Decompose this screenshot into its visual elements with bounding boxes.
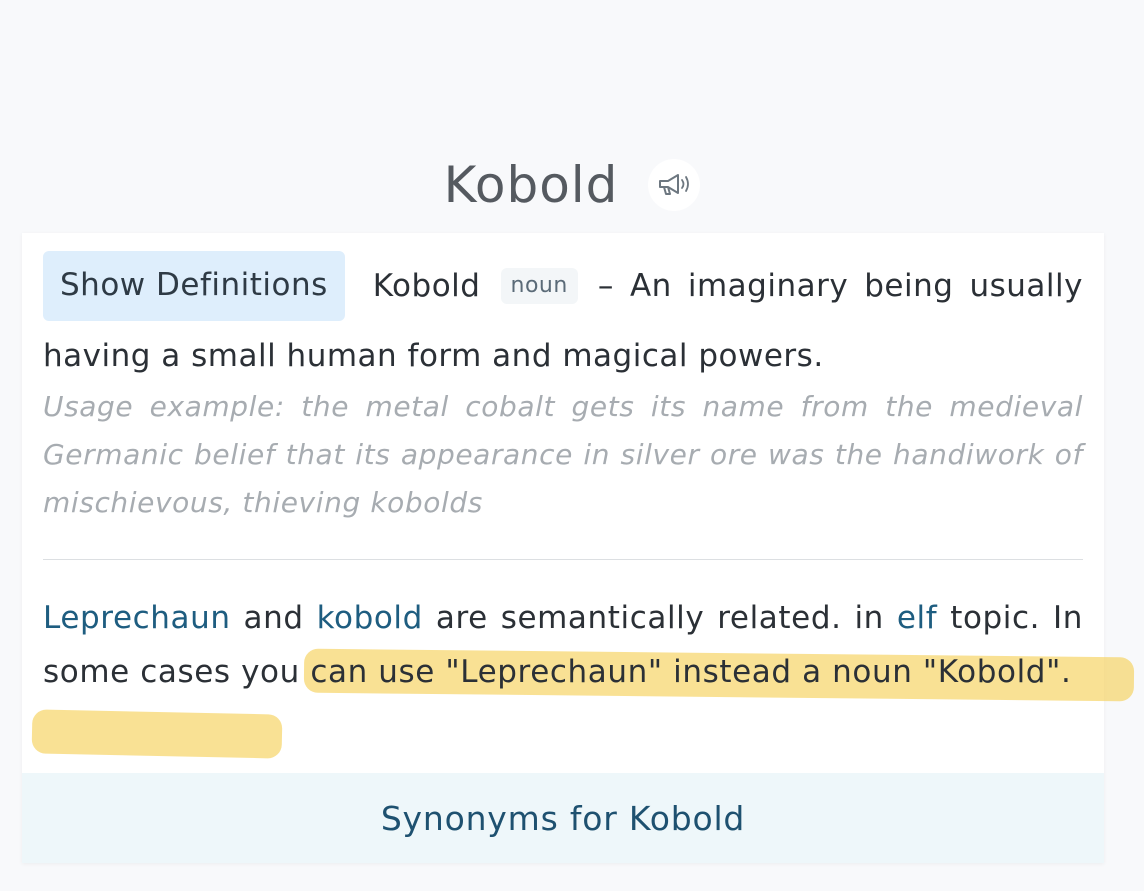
related-connector-text: are semantically related. in (435, 600, 884, 636)
related-link-kobold[interactable]: kobold (317, 600, 423, 636)
word-header: Kobold (0, 150, 1144, 220)
related-sentence: Leprechaun and kobold are semantically r… (43, 591, 1083, 699)
word-title: Kobold (443, 156, 619, 214)
pronounce-button[interactable] (648, 159, 701, 211)
definition-text: Show Definitions Kobold noun – An imagina… (43, 251, 1083, 391)
definition-dash: – (597, 268, 614, 304)
related-connector-and: and (243, 600, 304, 636)
megaphone-speaker-icon (659, 174, 690, 195)
synonyms-label: Synonyms for Kobold (380, 798, 746, 838)
usage-example: Usage example: the metal cobalt gets its… (43, 390, 1083, 519)
definition-term: Kobold (372, 268, 481, 304)
divider (43, 559, 1083, 560)
related-topic-link-elf[interactable]: elf (897, 600, 937, 636)
highlighter-mark-line2 (31, 709, 283, 759)
page: Kobold Show Definitions Kobold noun – An … (0, 0, 1144, 891)
synonyms-button[interactable]: Synonyms for Kobold (22, 773, 1104, 863)
definition-card: Show Definitions Kobold noun – An imagina… (22, 233, 1135, 863)
related-link-leprechaun[interactable]: Leprechaun (43, 600, 231, 636)
show-definitions-button[interactable]: Show Definitions (43, 251, 345, 321)
part-of-speech-badge: noun (500, 268, 578, 304)
